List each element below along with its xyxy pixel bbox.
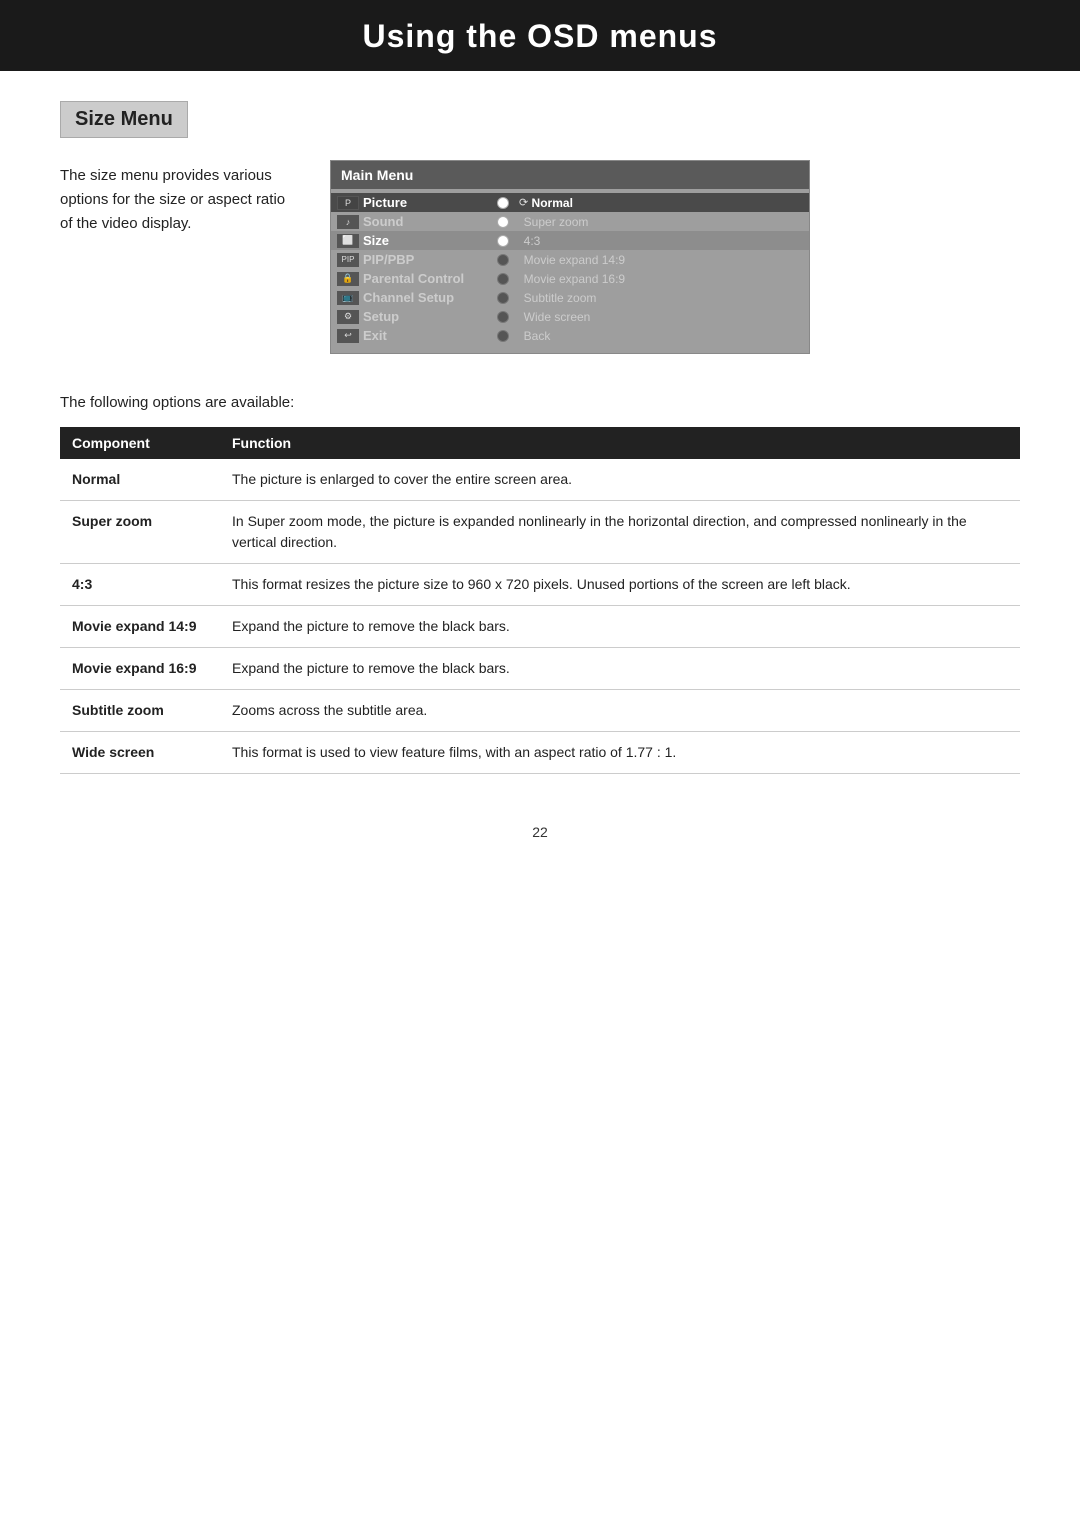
picture-icon: P [337, 196, 359, 210]
table-header-row: Component Function [60, 427, 1020, 459]
osd-option-superzoom: Super zoom [517, 215, 588, 229]
table-cell-component: Super zoom [60, 501, 220, 564]
osd-label-size: Size [363, 233, 493, 248]
table-row: Movie expand 14:9Expand the picture to r… [60, 606, 1020, 648]
osd-option-movie149: Movie expand 14:9 [517, 253, 625, 267]
table-cell-function: In Super zoom mode, the picture is expan… [220, 501, 1020, 564]
exit-icon: ↩ [337, 329, 359, 343]
content-area: Size Menu The size menu provides various… [0, 101, 1080, 774]
intro-text: The size menu provides various options f… [60, 160, 290, 236]
table-cell-function: The picture is enlarged to cover the ent… [220, 459, 1020, 501]
parental-icon: 🔒 [337, 272, 359, 286]
osd-menu-rows: P Picture ⟳ Normal ♪ Sound [331, 189, 809, 353]
table-row: Subtitle zoomZooms across the subtitle a… [60, 690, 1020, 732]
osd-row-left-parental: 🔒 Parental Control [337, 271, 497, 286]
table-row: 4:3This format resizes the picture size … [60, 564, 1020, 606]
osd-row-left-exit: ↩ Exit [337, 328, 497, 343]
osd-option-back: Back [517, 329, 550, 343]
osd-menu-title: Main Menu [331, 161, 809, 189]
table-cell-component: Wide screen [60, 732, 220, 774]
osd-menu-row-pip: PIP PIP/PBP Movie expand 14:9 [331, 250, 809, 269]
osd-label-channel: Channel Setup [363, 290, 493, 305]
table-cell-component: Normal [60, 459, 220, 501]
size-icon: ⬜ [337, 234, 359, 248]
table-cell-component: 4:3 [60, 564, 220, 606]
setup-icon: ⚙ [337, 310, 359, 324]
pip-icon: PIP [337, 253, 359, 267]
osd-row-right-pip: Movie expand 14:9 [497, 253, 803, 267]
osd-bullet-setup [497, 311, 509, 323]
osd-menu-row-exit: ↩ Exit Back [331, 326, 809, 345]
osd-row-left-sound: ♪ Sound [337, 214, 497, 229]
table-cell-function: Expand the picture to remove the black b… [220, 606, 1020, 648]
table-cell-function: This format resizes the picture size to … [220, 564, 1020, 606]
osd-row-right-exit: Back [497, 329, 803, 343]
osd-row-right-setup: Wide screen [497, 310, 803, 324]
channel-icon: 📺 [337, 291, 359, 305]
options-table: Component Function NormalThe picture is … [60, 427, 1020, 774]
osd-row-left-setup: ⚙ Setup [337, 309, 497, 324]
table-cell-component: Subtitle zoom [60, 690, 220, 732]
osd-option-normal: Normal [528, 196, 573, 210]
osd-row-right-sound: Super zoom [497, 215, 803, 229]
page-title: Using the OSD menus [0, 18, 1080, 55]
osd-row-left-channel: 📺 Channel Setup [337, 290, 497, 305]
osd-option-43: 4:3 [517, 234, 540, 248]
osd-label-parental: Parental Control [363, 271, 493, 286]
osd-row-left-size: ⬜ Size [337, 233, 497, 248]
table-cell-component: Movie expand 14:9 [60, 606, 220, 648]
table-cell-function: Expand the picture to remove the black b… [220, 648, 1020, 690]
osd-row-left-pip: PIP PIP/PBP [337, 252, 497, 267]
page-title-bar: Using the OSD menus [0, 0, 1080, 71]
osd-bullet-pip [497, 254, 509, 266]
osd-menu-row-parental: 🔒 Parental Control Movie expand 16:9 [331, 269, 809, 288]
table-cell-function: This format is used to view feature film… [220, 732, 1020, 774]
osd-label-exit: Exit [363, 328, 493, 343]
table-header-function: Function [220, 427, 1020, 459]
arrows-icon: ⟳ [519, 196, 528, 209]
osd-option-widescreen: Wide screen [517, 310, 590, 324]
osd-row-right-channel: Subtitle zoom [497, 291, 803, 305]
osd-bullet-sound [497, 216, 509, 228]
sound-icon: ♪ [337, 215, 359, 229]
osd-option-subtitlezoom: Subtitle zoom [517, 291, 596, 305]
table-row: Super zoomIn Super zoom mode, the pictur… [60, 501, 1020, 564]
table-row: Wide screenThis format is used to view f… [60, 732, 1020, 774]
table-cell-component: Movie expand 16:9 [60, 648, 220, 690]
osd-bullet-parental [497, 273, 509, 285]
osd-option-movie169: Movie expand 16:9 [517, 272, 625, 286]
table-cell-function: Zooms across the subtitle area. [220, 690, 1020, 732]
osd-row-right-parental: Movie expand 16:9 [497, 272, 803, 286]
osd-bullet-exit [497, 330, 509, 342]
osd-row-left-picture: P Picture [337, 195, 497, 210]
osd-menu-row-picture: P Picture ⟳ Normal [331, 193, 809, 212]
section-heading: Size Menu [60, 101, 188, 138]
page-number: 22 [0, 824, 1080, 840]
osd-row-right-picture: ⟳ Normal [497, 196, 803, 210]
table-row: Movie expand 16:9Expand the picture to r… [60, 648, 1020, 690]
osd-menu: Main Menu P Picture ⟳ Normal [330, 160, 810, 354]
osd-menu-row-setup: ⚙ Setup Wide screen [331, 307, 809, 326]
osd-label-setup: Setup [363, 309, 493, 324]
osd-bullet-size [497, 235, 509, 247]
osd-label-pip: PIP/PBP [363, 252, 493, 267]
intro-and-menu-container: The size menu provides various options f… [60, 160, 1020, 354]
table-row: NormalThe picture is enlarged to cover t… [60, 459, 1020, 501]
osd-row-right-size: 4:3 [497, 234, 803, 248]
osd-menu-row-sound: ♪ Sound Super zoom [331, 212, 809, 231]
osd-label-picture: Picture [363, 195, 493, 210]
following-options-label: The following options are available: [60, 394, 1020, 411]
osd-menu-row-channel: 📺 Channel Setup Subtitle zoom [331, 288, 809, 307]
osd-bullet-picture [497, 197, 509, 209]
table-header-component: Component [60, 427, 220, 459]
osd-label-sound: Sound [363, 214, 493, 229]
osd-menu-row-size: ⬜ Size 4:3 [331, 231, 809, 250]
osd-bullet-channel [497, 292, 509, 304]
